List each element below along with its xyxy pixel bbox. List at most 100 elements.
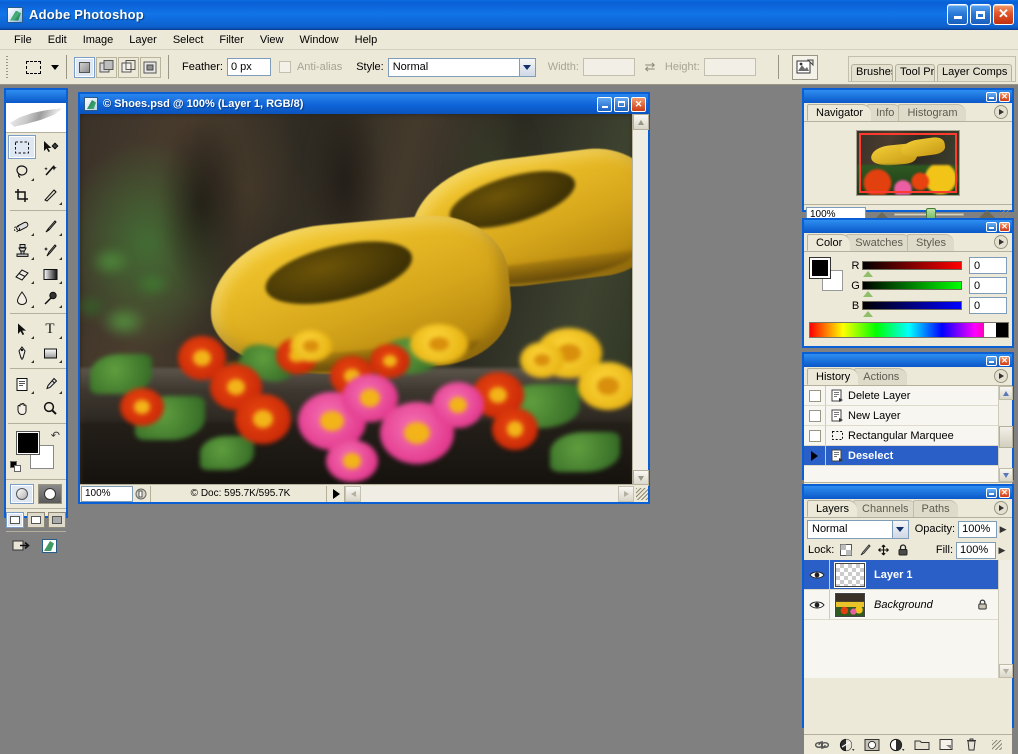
- navigator-menu-icon[interactable]: [994, 105, 1008, 119]
- table-row[interactable]: Background: [804, 590, 1012, 620]
- pen-tool[interactable]: [8, 341, 36, 365]
- lasso-tool[interactable]: [8, 159, 36, 183]
- layer-visibility-toggle[interactable]: [804, 590, 830, 619]
- layers-minimize-button[interactable]: [986, 488, 997, 498]
- navigator-preview[interactable]: [804, 122, 1012, 204]
- layer-style-icon[interactable]: [839, 737, 856, 753]
- document-close-button[interactable]: ✕: [631, 97, 646, 112]
- menu-image[interactable]: Image: [75, 32, 122, 48]
- move-tool[interactable]: [36, 135, 64, 159]
- history-scrollbar[interactable]: [998, 386, 1012, 482]
- slider-b[interactable]: [862, 301, 962, 310]
- tool-preset-chevron-down-icon[interactable]: [51, 65, 59, 70]
- status-menu-arrow-icon[interactable]: [333, 489, 340, 499]
- color-minimize-button[interactable]: [986, 222, 997, 232]
- blend-mode-select[interactable]: Normal: [807, 520, 909, 539]
- tab-navigator[interactable]: Navigator: [807, 104, 871, 121]
- scroll-up-button[interactable]: [633, 114, 649, 130]
- close-button[interactable]: ✕: [993, 4, 1014, 25]
- color-foreground-swatch[interactable]: [809, 257, 831, 279]
- menu-view[interactable]: View: [252, 32, 292, 48]
- history-source-checkbox[interactable]: [804, 426, 826, 445]
- history-state-row[interactable]: New Layer: [804, 406, 1012, 426]
- color-menu-icon[interactable]: [994, 235, 1008, 249]
- document-zoom-input[interactable]: 100%: [81, 486, 133, 502]
- rectangular-marquee-tool[interactable]: [8, 135, 36, 159]
- opacity-slider-arrow-icon[interactable]: ▶: [997, 522, 1009, 537]
- history-state-row[interactable]: Deselect: [804, 446, 1012, 466]
- history-titlebar[interactable]: ✕: [804, 354, 1012, 367]
- scroll-right-button[interactable]: [618, 486, 634, 502]
- tab-actions[interactable]: Actions: [854, 368, 907, 385]
- swap-dimensions-icon[interactable]: ⇄: [642, 60, 658, 74]
- delete-layer-icon[interactable]: [963, 737, 980, 753]
- layers-menu-icon[interactable]: [994, 501, 1008, 515]
- scroll-left-button[interactable]: [345, 486, 361, 502]
- well-tab-layer-comps[interactable]: Layer Comps: [937, 64, 1012, 81]
- channel-value-b[interactable]: 0: [969, 297, 1007, 314]
- well-tab-tool-presets[interactable]: Tool Presets: [895, 64, 935, 81]
- history-source-checkbox[interactable]: [804, 386, 826, 405]
- clone-stamp-tool[interactable]: [8, 238, 36, 262]
- lock-image-pixels-icon[interactable]: [857, 543, 872, 558]
- default-colors-icon[interactable]: [10, 461, 22, 473]
- lock-transparent-pixels-icon[interactable]: [838, 543, 853, 558]
- current-tool-icon[interactable]: [20, 55, 46, 79]
- new-group-icon[interactable]: [913, 737, 930, 753]
- standard-mask-mode-button[interactable]: [10, 484, 34, 504]
- standard-screen-mode-button[interactable]: [6, 512, 24, 528]
- full-screen-with-menubar-button[interactable]: [27, 512, 45, 528]
- history-scroll-up-button[interactable]: [999, 386, 1013, 400]
- tab-styles[interactable]: Styles: [907, 234, 954, 251]
- history-close-button[interactable]: ✕: [999, 356, 1010, 366]
- style-select[interactable]: Normal: [388, 58, 536, 77]
- history-menu-icon[interactable]: [994, 369, 1008, 383]
- menu-layer[interactable]: Layer: [121, 32, 165, 48]
- history-state-row[interactable]: Rectangular Marquee: [804, 426, 1012, 446]
- layer-thumbnail[interactable]: [830, 593, 870, 617]
- tab-paths[interactable]: Paths: [913, 500, 958, 517]
- menu-select[interactable]: Select: [165, 32, 212, 48]
- rectangle-shape-tool[interactable]: [36, 341, 64, 365]
- channel-value-g[interactable]: 0: [969, 277, 1007, 294]
- layer-mask-icon[interactable]: [864, 737, 881, 753]
- history-state-row[interactable]: Delete Layer: [804, 386, 1012, 406]
- blur-tool[interactable]: [8, 286, 36, 310]
- menu-edit[interactable]: Edit: [40, 32, 75, 48]
- fill-slider-arrow-icon[interactable]: ▶: [996, 543, 1008, 558]
- gradient-tool[interactable]: [36, 262, 64, 286]
- subtract-from-selection-button[interactable]: [118, 57, 139, 78]
- photoshop-badge-icon[interactable]: [39, 537, 61, 555]
- opacity-input[interactable]: 100%: [958, 521, 997, 538]
- tab-histogram[interactable]: Histogram: [898, 104, 965, 121]
- crop-tool[interactable]: [8, 183, 36, 207]
- slider-r[interactable]: [862, 261, 962, 270]
- color-spectrum-ramp[interactable]: [809, 322, 1009, 338]
- tab-layers[interactable]: Layers: [807, 500, 857, 517]
- layers-titlebar[interactable]: ✕: [804, 486, 1012, 499]
- slider-g[interactable]: [862, 281, 962, 290]
- navigator-titlebar[interactable]: ✕: [804, 90, 1012, 103]
- layer-visibility-toggle[interactable]: [804, 560, 830, 589]
- channel-value-r[interactable]: 0: [969, 257, 1007, 274]
- lock-all-icon[interactable]: [895, 543, 910, 558]
- navigator-close-button[interactable]: ✕: [999, 92, 1010, 102]
- history-brush-tool[interactable]: [36, 238, 64, 262]
- color-titlebar[interactable]: ✕: [804, 220, 1012, 233]
- document-horizontal-scrollbar[interactable]: [344, 486, 634, 502]
- notes-tool[interactable]: [8, 372, 36, 396]
- document-vertical-scrollbar[interactable]: [632, 114, 648, 486]
- zoom-out-icon[interactable]: [876, 212, 888, 218]
- add-to-selection-button[interactable]: [96, 57, 117, 78]
- type-tool[interactable]: T: [36, 317, 64, 341]
- navigator-view-box[interactable]: [859, 133, 957, 193]
- tab-swatches[interactable]: Swatches: [846, 234, 911, 251]
- options-bar-grip[interactable]: [3, 54, 12, 80]
- fill-input[interactable]: 100%: [956, 542, 996, 559]
- document-titlebar[interactable]: © Shoes.psd @ 100% (Layer 1, RGB/8) ✕: [80, 94, 648, 114]
- menu-window[interactable]: Window: [292, 32, 347, 48]
- layer-name[interactable]: Background: [874, 599, 933, 611]
- brush-tool[interactable]: [36, 214, 64, 238]
- lock-position-icon[interactable]: [876, 543, 891, 558]
- jump-to-imageready-icon[interactable]: [11, 537, 33, 555]
